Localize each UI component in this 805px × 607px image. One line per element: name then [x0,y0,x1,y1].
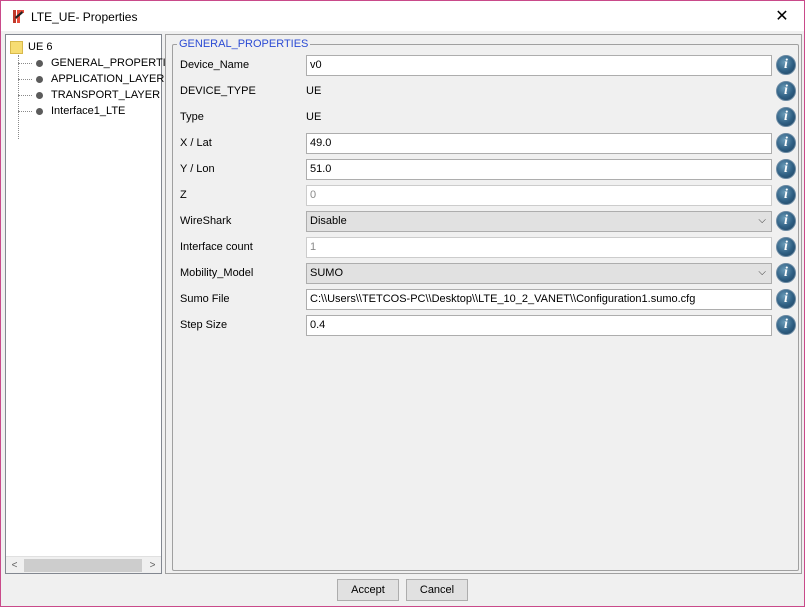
tree-root-node[interactable]: UE 6 [10,39,52,55]
property-tree[interactable]: UE 6 GENERAL_PROPERTIES APPLICATION_LAYE… [5,34,180,574]
info-icon[interactable]: i [776,133,796,153]
row-mobility-model: Mobility_Model SUMO ⌵ i [173,262,800,286]
scroll-thumb[interactable] [24,559,142,572]
interface-count-input: 1 [306,237,772,258]
y-lon-input[interactable]: 51.0 [306,159,772,180]
row-y-lon: Y / Lon 51.0 i [173,158,800,182]
sumo-file-input[interactable]: C:\\Users\\TETCOS-PC\\Desktop\\LTE_10_2_… [306,289,772,310]
accept-button[interactable]: Accept [337,579,399,601]
info-icon[interactable]: i [776,315,796,335]
x-lat-input[interactable]: 49.0 [306,133,772,154]
window-title: LTE_UE- Properties [31,10,138,24]
row-interface-count: Interface count 1 i [173,236,800,260]
device-type-value: UE [306,85,322,97]
tree-item-application-layer[interactable]: APPLICATION_LAYER [28,71,164,87]
type-value: UE [306,111,322,123]
horizontal-scrollbar[interactable]: < > [6,556,161,573]
group-title: GENERAL_PROPERTIES [177,38,311,50]
bullet-icon [36,59,43,67]
row-z: Z 0 i [173,184,800,208]
chevron-down-icon: ⌵ [758,267,766,278]
info-icon[interactable]: i [776,263,796,283]
wireshark-selected-value: Disable [310,215,347,227]
interface-count-label: Interface count [180,241,253,253]
info-icon[interactable]: i [776,211,796,231]
device-name-input[interactable]: v0 [306,55,772,76]
tree-item-label: APPLICATION_LAYER [51,73,165,85]
scroll-left-icon[interactable]: < [6,557,23,574]
close-icon: ✕ [775,8,789,25]
dialog-content: UE 6 GENERAL_PROPERTIES APPLICATION_LAYE… [1,31,804,576]
row-sumo-file: Sumo File C:\\Users\\TETCOS-PC\\Desktop\… [173,288,800,312]
step-size-label: Step Size [180,319,228,331]
mobility-model-label: Mobility_Model [180,267,254,279]
app-logo-icon [12,9,25,24]
info-icon[interactable]: i [776,289,796,309]
properties-panel: GENERAL_PROPERTIES Device_Name v0 i DEVI… [165,34,802,574]
tree-item-label: GENERAL_PROPERTIES [51,57,181,69]
info-icon[interactable]: i [776,185,796,205]
info-icon[interactable]: i [776,55,796,75]
x-lat-label: X / Lat [180,137,212,149]
chevron-down-icon: ⌵ [758,215,766,226]
row-device-name: Device_Name v0 i [173,54,800,78]
info-icon[interactable]: i [776,107,796,127]
row-type: Type UE i [173,106,800,130]
tree-item-general-properties[interactable]: GENERAL_PROPERTIES [28,55,180,71]
z-input: 0 [306,185,772,206]
folder-icon [10,40,23,54]
wireshark-dropdown[interactable]: Disable ⌵ [306,211,772,232]
row-wireshark: WireShark Disable ⌵ i [173,210,800,234]
properties-window: LTE_UE- Properties ✕ UE 6 GENERAL_PROPER… [0,0,805,607]
step-size-input[interactable]: 0.4 [306,315,772,336]
y-lon-label: Y / Lon [180,163,215,175]
device-type-label: DEVICE_TYPE [180,85,256,97]
cancel-button[interactable]: Cancel [406,579,468,601]
bullet-icon [36,91,43,99]
mobility-model-selected-value: SUMO [310,267,343,279]
device-name-label: Device_Name [180,59,250,71]
type-label: Type [180,111,204,123]
general-properties-group: GENERAL_PROPERTIES Device_Name v0 i DEVI… [172,38,800,571]
info-icon[interactable]: i [776,237,796,257]
dialog-footer: Accept Cancel [1,576,804,606]
close-button[interactable]: ✕ [760,1,804,31]
sumo-file-label: Sumo File [180,293,230,305]
info-icon[interactable]: i [776,81,796,101]
row-x-lat: X / Lat 49.0 i [173,132,800,156]
wireshark-label: WireShark [180,215,232,227]
scroll-right-icon[interactable]: > [144,557,161,574]
tree-root-label: UE 6 [28,41,53,53]
tree-item-label: TRANSPORT_LAYER [51,89,161,101]
row-step-size: Step Size 0.4 i [173,314,800,338]
info-icon[interactable]: i [776,159,796,179]
tree-connector [18,55,19,139]
z-label: Z [180,189,187,201]
title-bar: LTE_UE- Properties ✕ [1,1,804,31]
bullet-icon [36,75,43,83]
tree-item-transport-layer[interactable]: TRANSPORT_LAYER [28,87,160,103]
mobility-model-dropdown[interactable]: SUMO ⌵ [306,263,772,284]
tree-item-interface1-lte[interactable]: Interface1_LTE [28,103,125,119]
tree-item-label: Interface1_LTE [51,105,126,117]
bullet-icon [36,107,43,115]
row-device-type: DEVICE_TYPE UE i [173,80,800,104]
